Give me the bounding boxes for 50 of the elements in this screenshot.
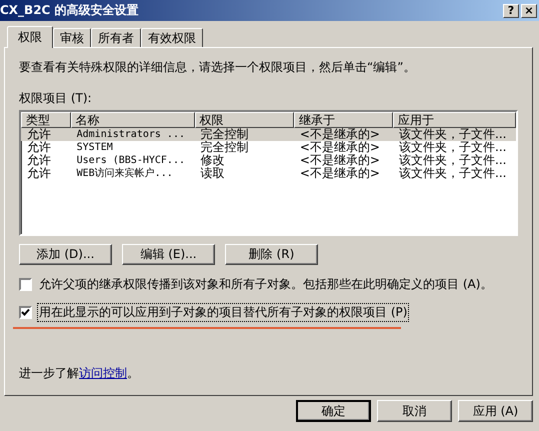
- table-cell-text: 该文件夹，子文件...: [398, 154, 508, 167]
- column-header[interactable]: 类型: [21, 112, 71, 128]
- learn-more-text: 进一步了解访问控制。: [19, 365, 140, 382]
- table-row[interactable]: 允许 Users (BBS-HYCF... 修改 <不是继承的> 该文件夹，子文件...: [21, 154, 516, 167]
- table-cell-text: <不是继承的>: [298, 141, 381, 154]
- column-header[interactable]: 继承于: [294, 112, 394, 128]
- tab[interactable]: 审核: [53, 28, 91, 47]
- help-button[interactable]: ?: [503, 4, 519, 18]
- checkbox[interactable]: [19, 278, 32, 291]
- table-cell-text: 完全控制: [200, 128, 250, 141]
- table-row[interactable]: 允许 WEB访问来宾帐户... 读取 <不是继承的> 该文件夹，子文件...: [21, 167, 516, 180]
- table-cell-text: 该文件夹，子文件...: [398, 167, 508, 180]
- table-cell-text: Administrators ...: [76, 128, 186, 141]
- table-cell-text: <不是继承的>: [298, 167, 381, 180]
- tab[interactable]: 有效权限: [141, 28, 203, 47]
- checkbox-label[interactable]: 用在此显示的可以应用到子对象的项目替代所有子对象的权限项目 (P): [38, 304, 408, 321]
- column-header[interactable]: 名称: [70, 112, 195, 128]
- table-cell-text: 允许: [26, 141, 52, 154]
- dialog-button[interactable]: 取消: [377, 400, 452, 422]
- table-cell-text: 允许: [26, 167, 52, 180]
- checkbox[interactable]: [19, 306, 32, 319]
- list-button[interactable]: 添加 (D)...: [19, 244, 112, 265]
- dialog-button[interactable]: 应用 (A): [458, 400, 533, 422]
- instruction-text: 要查看有关特殊权限的详细信息，请选择一个权限项目，然后单击“编辑”。: [19, 59, 416, 76]
- list-button[interactable]: 编辑 (E)...: [122, 244, 215, 265]
- tab[interactable]: 权限: [7, 26, 53, 48]
- table-cell-text: 读取: [200, 167, 226, 180]
- close-button[interactable]: ×: [521, 4, 537, 18]
- access-control-link[interactable]: 访问控制: [79, 366, 127, 380]
- table-cell-text: WEB访问来宾帐户...: [76, 167, 174, 180]
- tab[interactable]: 所有者: [91, 28, 141, 47]
- table-cell-text: 完全控制: [200, 141, 250, 154]
- table-cell-text: 该文件夹，子文件...: [398, 141, 508, 154]
- table-row[interactable]: 允许 Administrators ... 完全控制 <不是继承的> 该文件夹，子文件...: [21, 128, 516, 141]
- table-cell-text: 修改: [200, 154, 226, 167]
- window-title: CX_B2C 的高级安全设置: [0, 2, 139, 19]
- table-cell-text: <不是继承的>: [298, 128, 381, 141]
- column-header[interactable]: 应用于: [393, 112, 516, 128]
- table-cell-text: 允许: [26, 128, 52, 141]
- table-cell-text: 该文件夹，子文件...: [398, 128, 508, 141]
- table-cell-text: <不是继承的>: [298, 154, 381, 167]
- table-cell-text: Users (BBS-HYCF...: [76, 154, 186, 167]
- list-button[interactable]: 删除 (R): [225, 244, 318, 265]
- column-header[interactable]: 权限: [194, 112, 294, 128]
- dialog-button[interactable]: 确定: [296, 400, 371, 422]
- table-row[interactable]: 允许 SYSTEM 完全控制 <不是继承的> 该文件夹，子文件...: [21, 141, 516, 154]
- table-cell-text: 允许: [26, 154, 52, 167]
- list-label: 权限项目 (T):: [19, 90, 93, 107]
- table-cell-text: SYSTEM: [76, 141, 114, 154]
- checkbox-label[interactable]: 允许父项的继承权限传播到该对象和所有子对象。包括那些在此明确定义的项目 (A)。: [38, 276, 494, 293]
